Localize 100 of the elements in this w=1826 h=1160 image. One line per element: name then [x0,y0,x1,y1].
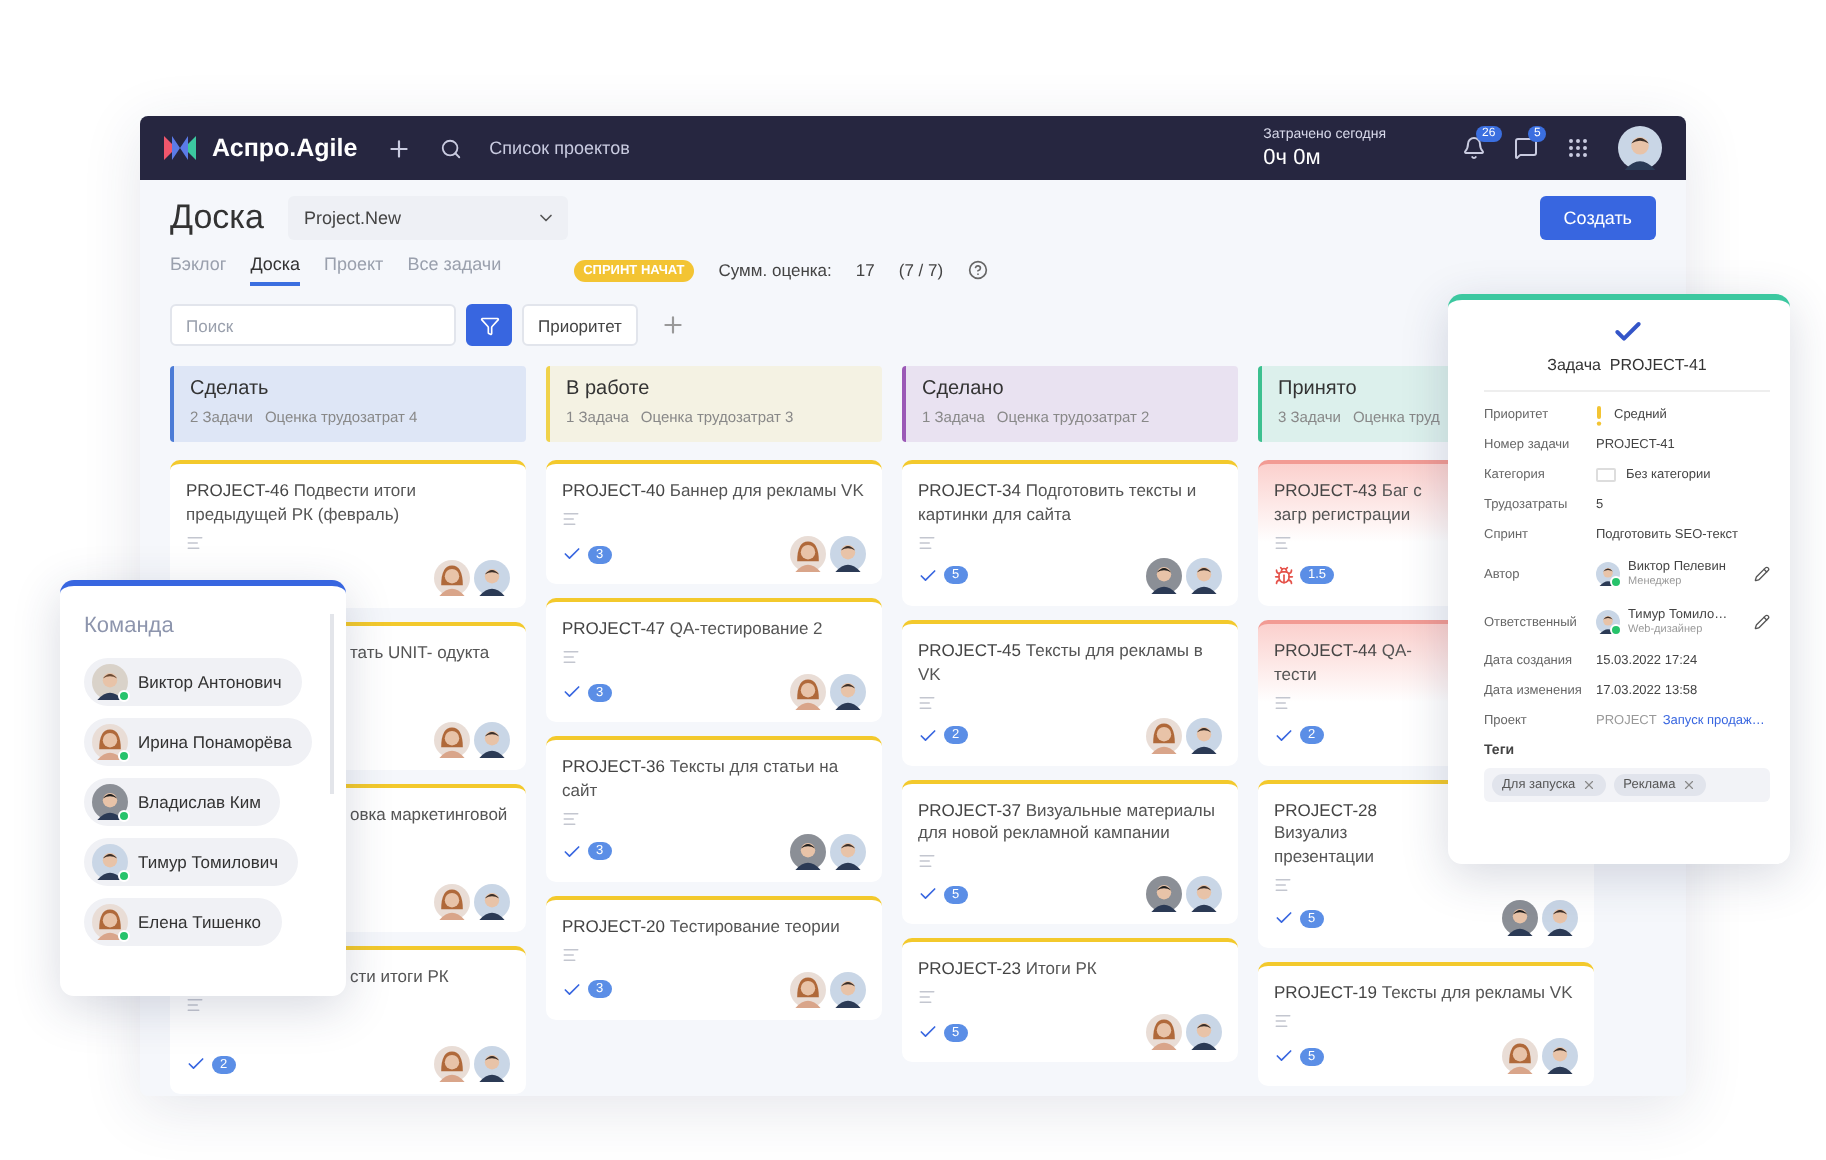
column-title: Сделать [190,378,271,400]
check-icon [918,565,938,586]
card-title: PROJECT-44 QA-тести [1274,639,1414,688]
card-title: PROJECT-20 Тестирование теории [562,915,840,940]
remove-icon[interactable] [1681,778,1696,792]
panel-title: Команда [84,614,176,638]
user-avatar [434,884,470,920]
user-avatar [92,844,128,880]
user-avatar [790,971,826,1008]
user-avatar [1146,1014,1182,1051]
exclamation-icon [1596,405,1602,425]
check-icon [1274,725,1294,746]
user-avatar [1542,1038,1578,1075]
tab[interactable]: Доска [250,254,301,286]
card-title: PROJECT-19 Тексты для рекламы VK [1274,982,1573,1007]
user-avatar [92,784,128,820]
user-avatar [830,833,866,870]
user-avatar [790,536,826,572]
logo-icon [164,134,196,162]
user-avatar [434,1046,470,1082]
user-avatar [1502,900,1538,937]
user-avatar [1186,1014,1222,1051]
bell-icon[interactable] [1462,136,1486,160]
check-icon [918,725,938,746]
card-title: PROJECT-37 Визуальные материалы для новой рекламной кампании [918,799,1217,847]
user-avatar [1186,557,1222,594]
category-icon [1596,468,1616,482]
add-icon[interactable] [385,135,412,161]
user-avatar [474,722,510,758]
user-avatar [830,971,866,1008]
user-avatar [434,722,470,758]
check-icon [562,544,582,564]
card-title: PROJECT-36 Тексты для статьи на сайт [562,756,841,804]
column-title: Сделано [922,378,1006,400]
team-member[interactable]: Виктор Антонович [84,658,302,706]
project-select[interactable]: Project.New [287,196,568,240]
check-icon [918,884,938,905]
chat-icon[interactable] [1514,136,1538,160]
card-title: PROJECT-47 QA-тестирование 2 [562,618,823,642]
check-icon [186,1054,206,1074]
user-avatar [474,884,510,920]
card-title: сти итоги РК [350,966,449,990]
card-title: PROJECT-45 Тексты для рекламы в VK [918,639,1205,688]
user-avatar [1146,876,1182,913]
user-avatar [92,904,128,940]
user-avatar [92,664,128,700]
check-icon [1274,1046,1294,1067]
card-title: PROJECT-40 Баннер для рекламы VK [562,480,864,504]
team-member[interactable]: Тимур Томилович [84,838,299,886]
help-icon[interactable] [967,260,988,280]
user-avatar [1146,717,1182,754]
user-avatar [790,674,826,710]
check-icon [562,841,582,862]
card-title: PROJECT-28 Визуализ презентации [1274,799,1379,871]
team-member[interactable]: Елена Тишенко [84,898,281,946]
sum-label: Сумм. оценка: [718,260,832,280]
user-avatar [790,833,826,870]
user-avatar [1146,557,1182,594]
user-avatar [1618,126,1662,170]
card-title: PROJECT-34 Подготовить тексты и картинки для сайта [918,480,1199,528]
column-title: Принято [1278,378,1359,400]
user-avatar [1542,900,1578,937]
card-title: PROJECT-23 Итоги РК [918,958,1097,983]
card-title: PROJECT-46 Подвести итоги предыдущей РК (февраль) [186,480,419,528]
time-value: 0ч 0м [1263,145,1323,169]
check-icon [562,979,582,1000]
team-member[interactable]: Ирина Понаморёва [84,718,312,766]
user-avatar [830,536,866,572]
projects-link[interactable]: Список проектов [489,138,630,158]
user-avatar [830,674,866,710]
apps-icon[interactable] [1566,136,1590,160]
priority-button[interactable]: Приоритет [522,304,638,346]
user-avatar [1502,1038,1538,1075]
online-dot [1610,624,1622,636]
user-avatar [434,560,470,596]
remove-icon[interactable] [1581,778,1596,792]
check-icon [1274,908,1294,929]
column-title: В работе [566,378,652,400]
bug-icon [1274,565,1294,586]
brand-name: Аспро.Agile [212,134,358,162]
edit-icon[interactable] [1754,566,1770,582]
task-card[interactable]: PROJECT-46 Подвести итоги предыдущей РК (февраль) [170,460,526,608]
team-member[interactable]: Владислав Ким [84,778,281,826]
user-avatar [474,560,510,596]
card-title: PROJECT-43 Баг с загр регистрации [1274,480,1424,528]
user-avatar [474,1046,510,1082]
sum-ratio: (7 / 7) [898,260,944,280]
check-icon [918,1022,938,1043]
sum-value: 17 [855,260,875,280]
page-title: Доска [170,198,264,238]
card-title: тать UNIT- одукта [350,642,490,666]
user-avatar [1186,876,1222,913]
task-title: Задача PROJECT-41 [1547,356,1707,374]
filter-icon [479,315,499,335]
edit-icon[interactable] [1754,614,1770,630]
search-field[interactable]: Поиск [170,304,456,346]
create-button[interactable]: Создать [1539,196,1656,240]
filter-button[interactable] [466,304,512,346]
user-avatar [92,724,128,760]
search-icon[interactable] [439,137,462,159]
